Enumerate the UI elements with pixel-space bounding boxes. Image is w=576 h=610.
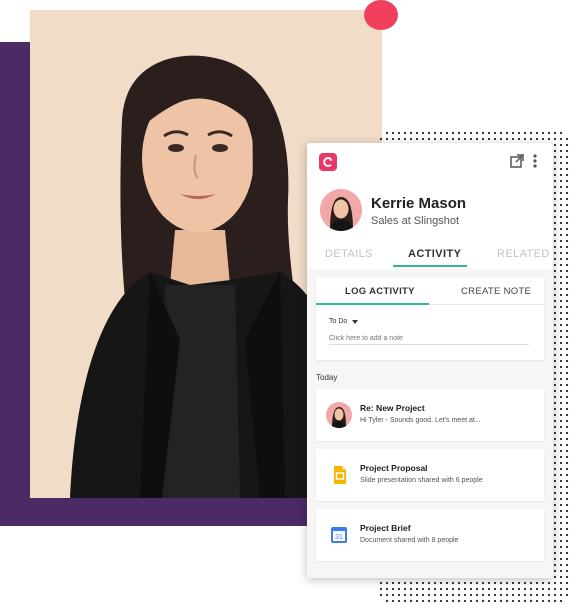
app-logo-icon[interactable] xyxy=(319,153,337,171)
crm-sidebar-card: Kerrie Mason Sales at Slingshot DETAILS … xyxy=(307,143,553,578)
slides-file-icon xyxy=(334,466,346,484)
item-title: Project Brief xyxy=(360,523,411,533)
subtab-divider xyxy=(429,304,544,305)
external-link-icon[interactable] xyxy=(509,153,525,169)
tab-related[interactable]: RELATED xyxy=(497,248,550,260)
calendar-file-icon: 31 xyxy=(331,527,347,543)
item-title: Re: New Project xyxy=(360,403,425,413)
card-toolbar xyxy=(307,143,553,181)
list-item[interactable]: Project Proposal Slide presentation shar… xyxy=(316,449,544,501)
slides-icon xyxy=(326,462,352,488)
svg-text:31: 31 xyxy=(335,534,343,541)
tab-activity[interactable]: ACTIVITY xyxy=(408,248,461,260)
active-tab-indicator xyxy=(393,265,467,267)
list-item[interactable]: 31 Project Brief Document shared with 8 … xyxy=(316,509,544,561)
more-vertical-icon[interactable] xyxy=(529,153,541,169)
activity-type-select[interactable]: To Do xyxy=(329,318,347,325)
feed-section-label: Today xyxy=(316,373,338,382)
subtab-create-note[interactable]: CREATE NOTE xyxy=(461,286,531,297)
avatar-portrait-icon xyxy=(320,189,362,231)
contact-name: Kerrie Mason xyxy=(371,195,467,212)
avatar-portrait-icon xyxy=(331,407,347,428)
item-title: Project Proposal xyxy=(360,463,428,473)
logo-mark-icon xyxy=(323,157,332,167)
avatar xyxy=(320,189,362,231)
tab-details[interactable]: DETAILS xyxy=(325,248,373,260)
subtab-log-activity[interactable]: LOG ACTIVITY xyxy=(345,286,415,297)
active-subtab-indicator xyxy=(316,303,429,305)
chevron-down-icon[interactable] xyxy=(352,320,358,324)
item-subtitle: Slide presentation shared with 6 people xyxy=(360,477,483,484)
note-input[interactable] xyxy=(329,332,529,345)
calendar-doc-icon: 31 xyxy=(326,522,352,548)
item-subtitle: Document shared with 8 people xyxy=(360,537,459,544)
decorative-dot xyxy=(364,0,398,30)
list-item[interactable]: Re: New Project Hi Tyler - Sounds good. … xyxy=(316,389,544,441)
avatar-icon xyxy=(326,402,352,428)
item-subtitle: Hi Tyler - Sounds good. Let's meet at... xyxy=(360,417,481,424)
contact-title: Sales at Slingshot xyxy=(371,215,460,227)
